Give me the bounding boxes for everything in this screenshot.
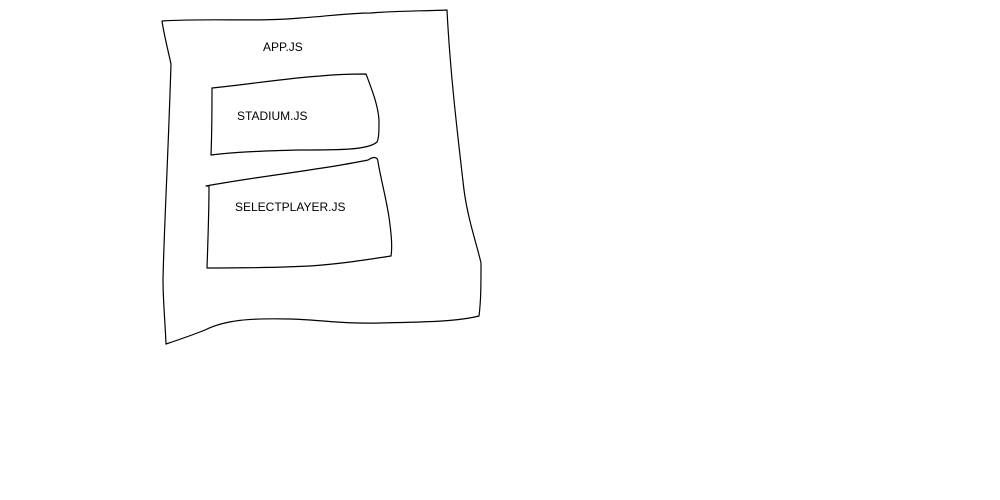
selectplayer-js-label: SELECTPLAYER.JS (235, 200, 346, 214)
diagram-canvas (161, 9, 482, 345)
stadium-js-label: STADIUM.JS (237, 109, 308, 123)
app-box-outline (161, 9, 482, 345)
app-js-label: APP.JS (263, 40, 303, 54)
